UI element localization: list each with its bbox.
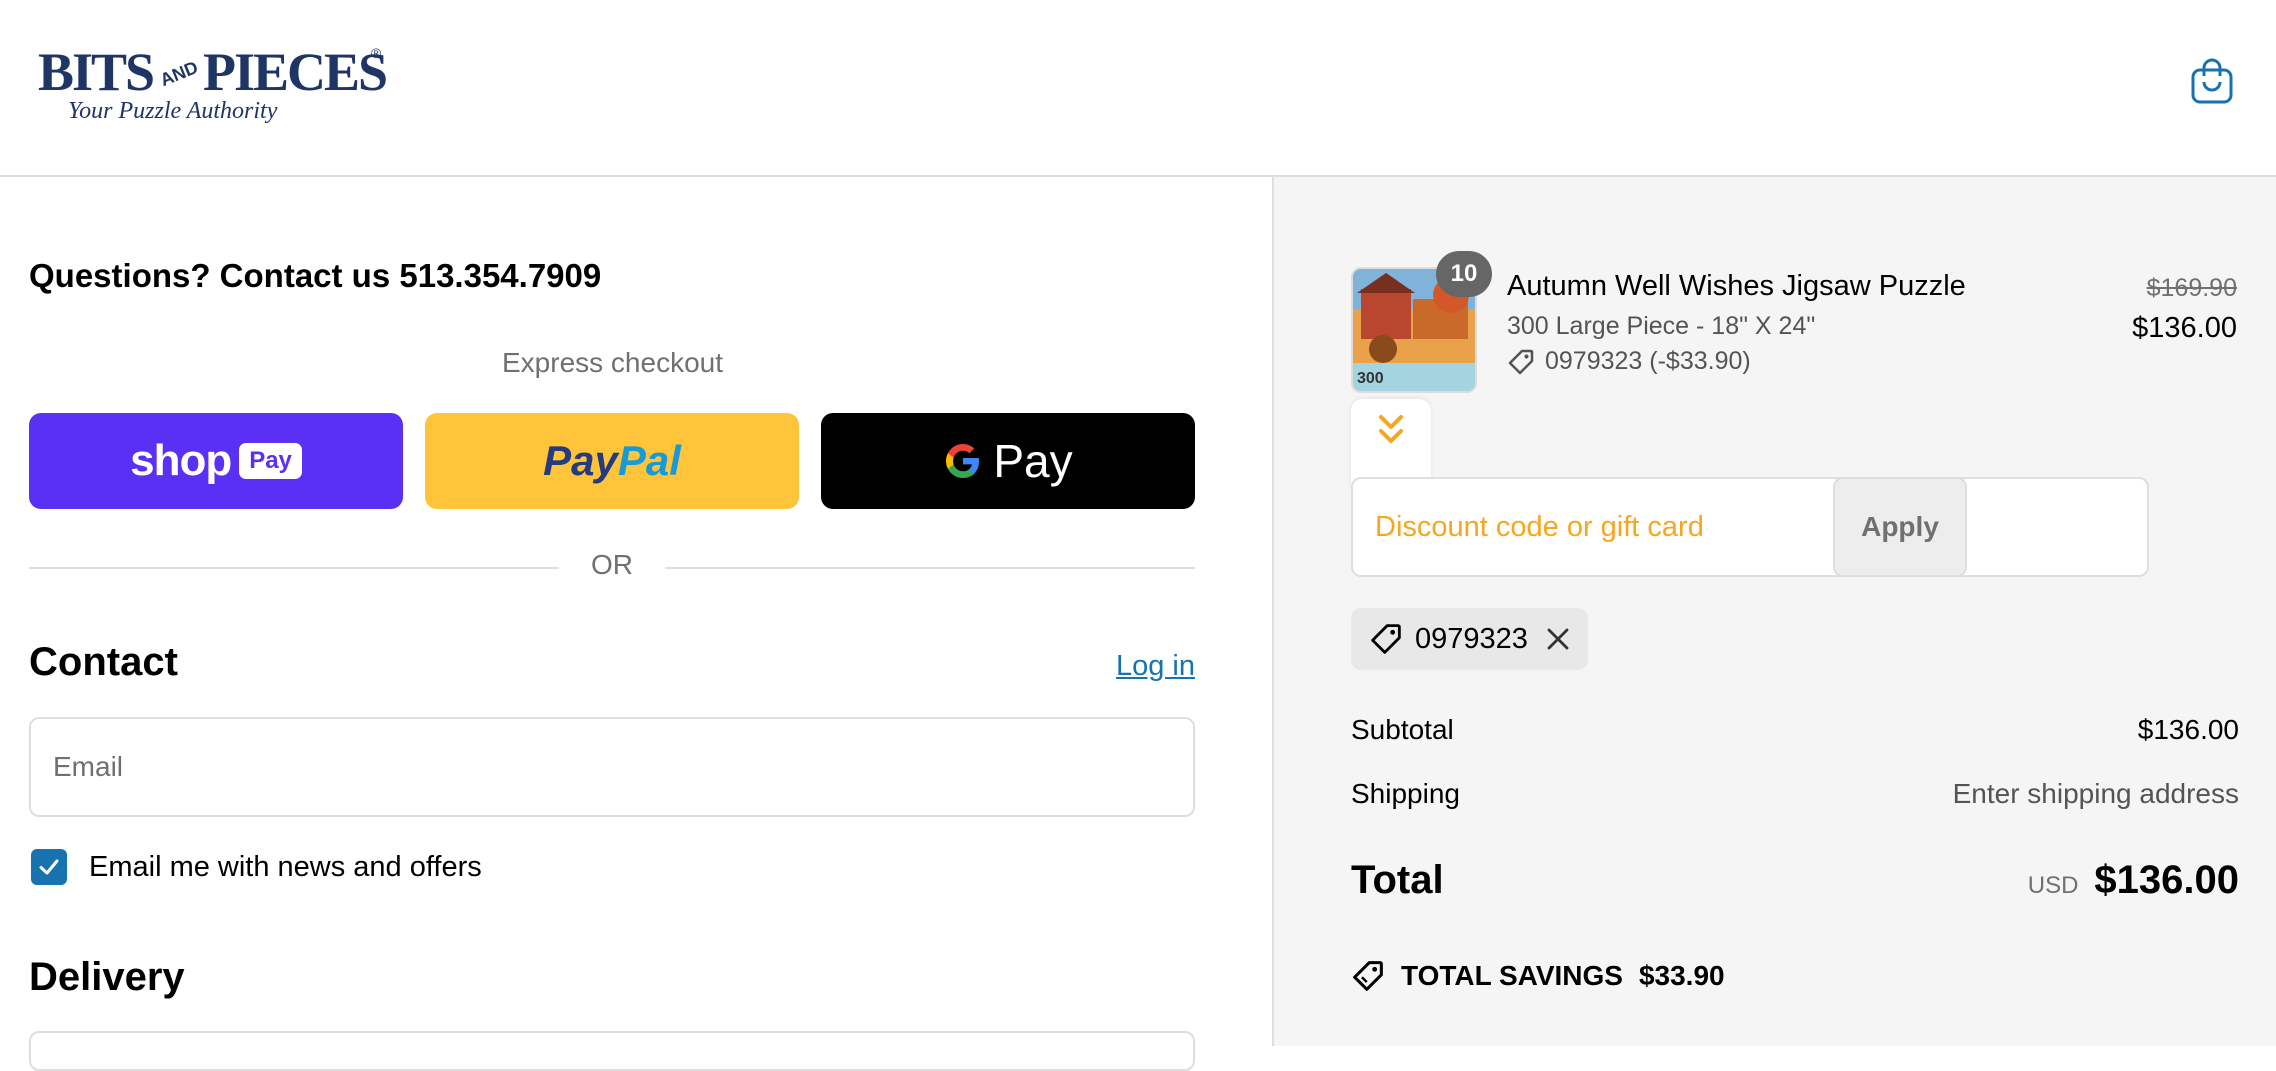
express-checkout-title: Express checkout bbox=[502, 347, 723, 378]
checkout-main: Questions? Contact us 513.354.7909 Expre… bbox=[0, 177, 1272, 1071]
original-price: $169.90 bbox=[2146, 274, 2237, 302]
order-summary: 300 10 Autumn Well Wishes Jigsaw Puzzle … bbox=[1272, 177, 2276, 1046]
shipping-value: Enter shipping address bbox=[1952, 778, 2239, 809]
delivery-country-select[interactable] bbox=[29, 1031, 1195, 1071]
subtotal-value: $136.00 bbox=[2137, 714, 2239, 745]
subtotal-row: Subtotal $136.00 bbox=[1351, 714, 2239, 746]
google-g-icon bbox=[946, 444, 980, 478]
google-pay-button[interactable]: Pay bbox=[821, 413, 1195, 509]
checkmark-icon bbox=[39, 859, 59, 875]
paypal-logo: PayPal bbox=[543, 437, 681, 484]
applied-code-text: 0979323 bbox=[1415, 622, 1528, 655]
expand-items-tab[interactable] bbox=[1351, 399, 1431, 489]
currency-code: USD bbox=[2027, 872, 2079, 899]
contact-phone-text: Questions? Contact us 513.354.7909 bbox=[29, 257, 602, 294]
bits-and-pieces-logo[interactable]: BITS AND PIECES ® Your Puzzle Authority bbox=[38, 38, 388, 124]
contact-heading: Contact bbox=[29, 640, 178, 684]
logo-bits: BITS bbox=[38, 42, 153, 102]
apply-button[interactable]: Apply bbox=[1833, 477, 1967, 577]
news-checkbox[interactable] bbox=[31, 849, 67, 885]
product-discount-text: 0979323 (-$33.90) bbox=[1545, 347, 1751, 375]
applied-discount-chip: 0979323 bbox=[1351, 608, 1588, 670]
delivery-heading: Delivery bbox=[29, 955, 185, 999]
login-link[interactable]: Log in bbox=[1116, 650, 1195, 683]
total-value: $136.00 bbox=[2094, 858, 2239, 902]
remove-discount-icon[interactable] bbox=[1546, 627, 1570, 651]
shipping-label: Shipping bbox=[1351, 778, 1460, 809]
shop-pay-button[interactable]: shop Pay bbox=[29, 413, 403, 509]
shop-pay-word: shop bbox=[130, 436, 232, 485]
shop-pay-pill: Pay bbox=[239, 443, 302, 479]
product-variant: 300 Large Piece - 18" X 24" bbox=[1507, 312, 1816, 340]
savings-label: TOTAL SAVINGS bbox=[1401, 960, 1623, 991]
logo-pieces: PIECES bbox=[203, 42, 386, 102]
product-name: Autumn Well Wishes Jigsaw Puzzle bbox=[1507, 270, 1966, 302]
email-field[interactable] bbox=[29, 717, 1195, 817]
total-label: Total bbox=[1351, 858, 1444, 902]
total-savings: TOTAL SAVINGS $33.90 bbox=[1351, 959, 1725, 993]
product-discount: 0979323 (-$33.90) bbox=[1507, 347, 1751, 376]
google-pay-word: Pay bbox=[993, 435, 1073, 487]
news-opt-in[interactable]: Email me with news and offers bbox=[31, 849, 482, 885]
logo-and: AND bbox=[157, 57, 201, 90]
shipping-row: Shipping Enter shipping address bbox=[1351, 778, 2239, 810]
or-divider: OR bbox=[29, 547, 1195, 587]
quantity-badge: 10 bbox=[1436, 251, 1492, 297]
chevron-double-down-icon bbox=[1379, 415, 1403, 443]
paypal-button[interactable]: PayPal bbox=[425, 413, 799, 509]
savings-tag-icon bbox=[1353, 961, 1383, 991]
or-text: OR bbox=[575, 549, 649, 580]
final-price: $136.00 bbox=[2132, 312, 2237, 344]
total-row: Total USD $136.00 bbox=[1351, 858, 2239, 903]
discount-code-input[interactable] bbox=[1351, 477, 2149, 577]
savings-value: $33.90 bbox=[1638, 960, 1725, 991]
thumb-piece-count: 300 bbox=[1357, 370, 1384, 387]
site-header: BITS AND PIECES ® Your Puzzle Authority bbox=[0, 0, 2276, 177]
shopping-bag-icon[interactable] bbox=[2190, 56, 2234, 104]
logo-tagline: Your Puzzle Authority bbox=[68, 98, 278, 124]
tag-icon bbox=[1371, 624, 1401, 654]
logo-registered: ® bbox=[371, 45, 382, 61]
tag-icon bbox=[1508, 349, 1534, 374]
subtotal-label: Subtotal bbox=[1351, 714, 1454, 745]
news-label: Email me with news and offers bbox=[89, 850, 482, 883]
